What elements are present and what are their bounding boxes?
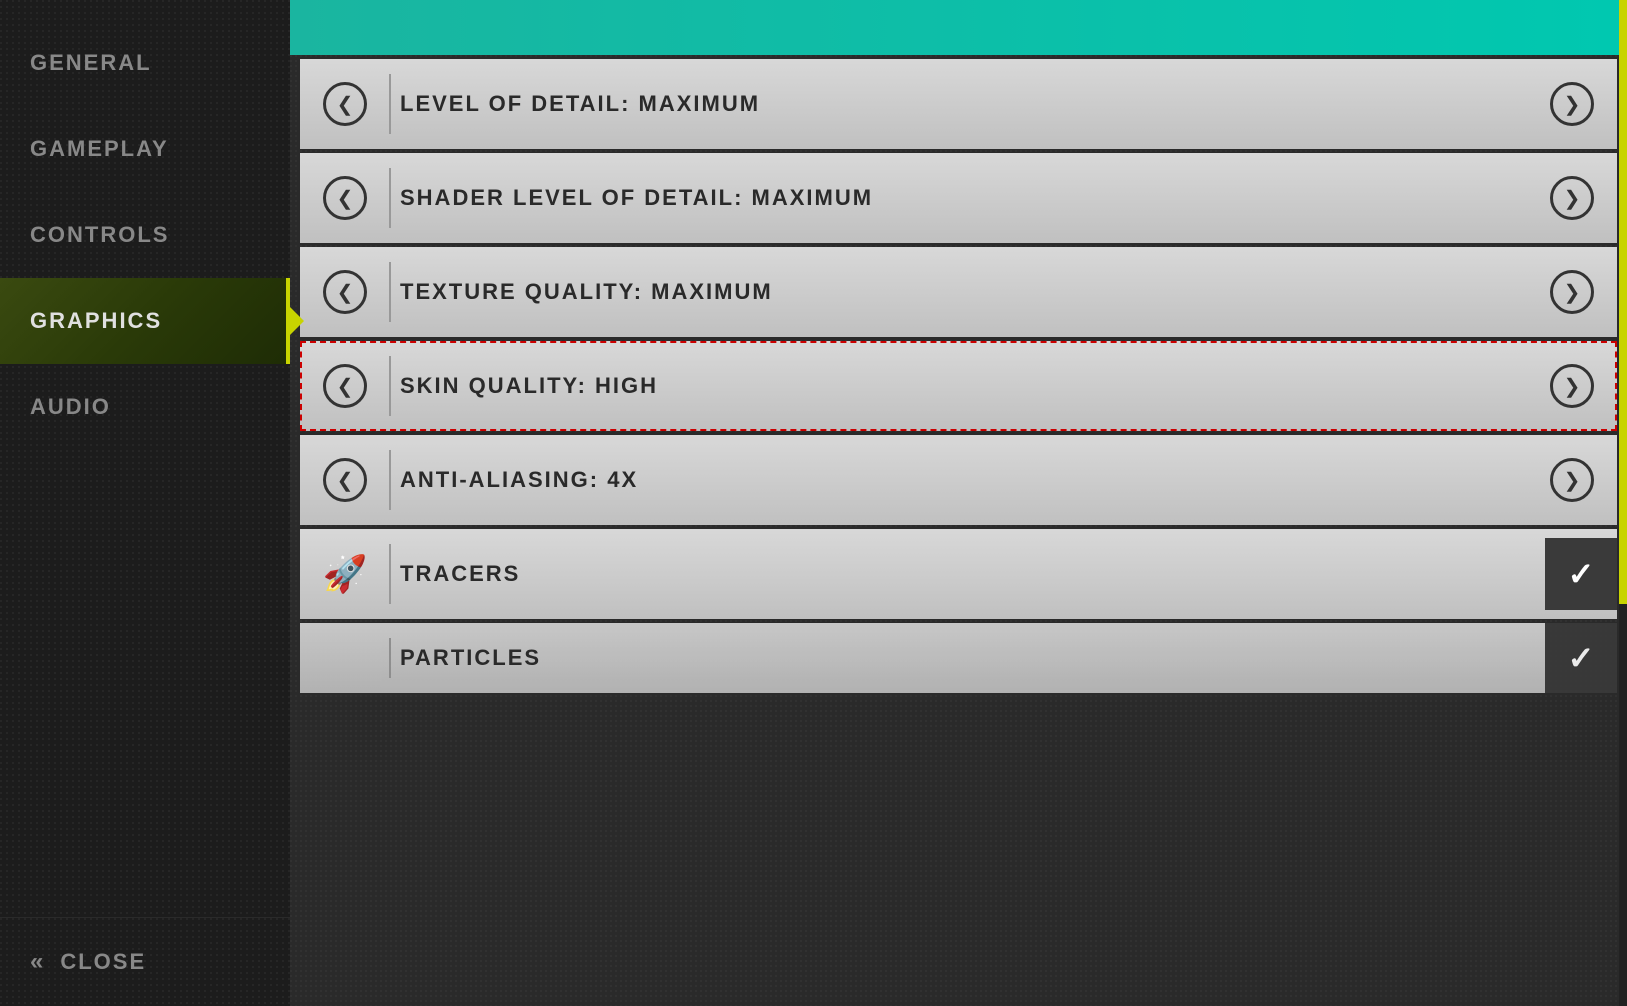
right-arrow-icon[interactable]: ❯ xyxy=(1550,458,1594,502)
texture-quality-right-arrow[interactable]: ❯ xyxy=(1527,270,1617,314)
right-arrow-icon[interactable]: ❯ xyxy=(1550,176,1594,220)
level-of-detail-label: LEVEL OF DETAIL: MAXIMUM xyxy=(390,91,1527,117)
texture-quality-row[interactable]: ❮ TEXTURE QUALITY: MAXIMUM ❯ xyxy=(300,247,1617,337)
active-indicator xyxy=(290,307,304,335)
sidebar-item-controls[interactable]: CONTROLS xyxy=(0,192,290,278)
particles-toggle[interactable]: ✓ xyxy=(1545,623,1617,693)
anti-aliasing-right-arrow[interactable]: ❯ xyxy=(1527,458,1617,502)
sidebar-item-general-label: GENERAL xyxy=(30,50,152,75)
anti-aliasing-label: ANTI-ALIASING: 4X xyxy=(390,467,1527,493)
tracers-row[interactable]: 🚀 TRACERS ✓ xyxy=(300,529,1617,619)
shader-lod-row[interactable]: ❮ SHADER LEVEL OF DETAIL: MAXIMUM ❯ xyxy=(300,153,1617,243)
tracers-label: TRACERS xyxy=(390,561,1545,587)
sidebar-nav: GENERAL GAMEPLAY CONTROLS GRAPHICS AUDIO xyxy=(0,0,290,917)
shader-lod-label: SHADER LEVEL OF DETAIL: MAXIMUM xyxy=(390,185,1527,211)
anti-aliasing-row[interactable]: ❮ ANTI-ALIASING: 4X ❯ xyxy=(300,435,1617,525)
left-arrow-icon[interactable]: ❮ xyxy=(323,270,367,314)
level-of-detail-left-arrow[interactable]: ❮ xyxy=(300,82,390,126)
close-button[interactable]: « CLOSE xyxy=(0,917,290,1006)
scrollbar-thumb[interactable] xyxy=(1619,0,1627,604)
anti-aliasing-left-arrow[interactable]: ❮ xyxy=(300,458,390,502)
skin-quality-left-arrow[interactable]: ❮ xyxy=(300,364,390,408)
sidebar-item-gameplay[interactable]: GAMEPLAY xyxy=(0,106,290,192)
texture-quality-left-arrow[interactable]: ❮ xyxy=(300,270,390,314)
checkmark-icon: ✓ xyxy=(1568,639,1595,677)
scrollbar-track[interactable] xyxy=(1619,0,1627,1006)
skin-quality-label: SKIN QUALITY: HIGH xyxy=(390,373,1527,399)
left-arrow-icon[interactable]: ❮ xyxy=(323,364,367,408)
tracers-toggle[interactable]: ✓ xyxy=(1545,538,1617,610)
main-content: ❮ LEVEL OF DETAIL: MAXIMUM ❯ ❮ SHADER LE… xyxy=(290,0,1627,1006)
particles-label: PARTICLES xyxy=(390,645,1545,671)
right-arrow-icon[interactable]: ❯ xyxy=(1550,270,1594,314)
level-of-detail-row[interactable]: ❮ LEVEL OF DETAIL: MAXIMUM ❯ xyxy=(300,59,1617,149)
double-left-arrow-icon: « xyxy=(30,948,45,976)
shader-lod-right-arrow[interactable]: ❯ xyxy=(1527,176,1617,220)
skin-quality-row[interactable]: ❮ SKIN QUALITY: HIGH ❯ xyxy=(300,341,1617,431)
sidebar-item-controls-label: CONTROLS xyxy=(30,222,169,247)
texture-quality-label: TEXTURE QUALITY: MAXIMUM xyxy=(390,279,1527,305)
sidebar: GENERAL GAMEPLAY CONTROLS GRAPHICS AUDIO… xyxy=(0,0,290,1006)
top-bar xyxy=(290,0,1627,55)
sidebar-item-general[interactable]: GENERAL xyxy=(0,20,290,106)
close-label: CLOSE xyxy=(60,949,146,975)
particles-row[interactable]: PARTICLES ✓ xyxy=(300,623,1617,693)
sidebar-item-graphics-label: GRAPHICS xyxy=(30,308,162,333)
right-arrow-icon[interactable]: ❯ xyxy=(1550,82,1594,126)
sidebar-item-audio[interactable]: AUDIO xyxy=(0,364,290,450)
left-arrow-icon[interactable]: ❮ xyxy=(323,176,367,220)
left-arrow-icon[interactable]: ❮ xyxy=(323,458,367,502)
sidebar-item-graphics[interactable]: GRAPHICS xyxy=(0,278,290,364)
tracers-icon-area: 🚀 xyxy=(300,553,390,595)
right-arrow-icon[interactable]: ❯ xyxy=(1550,364,1594,408)
sidebar-item-audio-label: AUDIO xyxy=(30,394,111,419)
sidebar-item-gameplay-label: GAMEPLAY xyxy=(30,136,169,161)
level-of-detail-right-arrow[interactable]: ❯ xyxy=(1527,82,1617,126)
checkmark-icon: ✓ xyxy=(1568,555,1595,593)
settings-list: ❮ LEVEL OF DETAIL: MAXIMUM ❯ ❮ SHADER LE… xyxy=(290,59,1627,707)
shader-lod-left-arrow[interactable]: ❮ xyxy=(300,176,390,220)
rocket-icon: 🚀 xyxy=(323,553,368,595)
left-arrow-icon[interactable]: ❮ xyxy=(323,82,367,126)
skin-quality-right-arrow[interactable]: ❯ xyxy=(1527,364,1617,408)
